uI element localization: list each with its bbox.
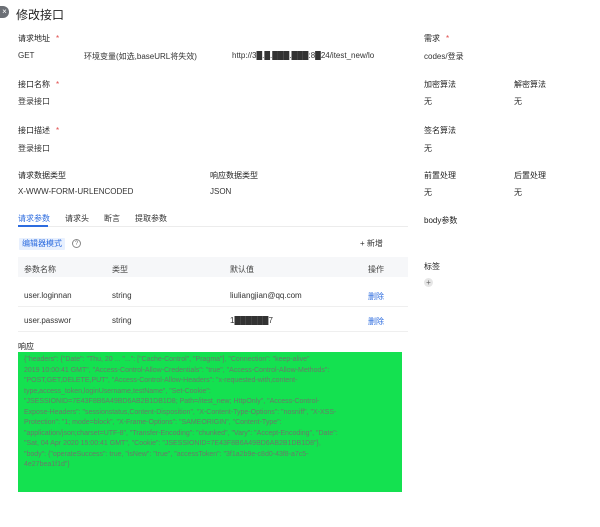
pre-process-label: 前置处理 (424, 171, 456, 180)
param-type-cell[interactable]: string (112, 316, 132, 325)
response-line: Protection": "1; mode=block", "X-Frame-O… (24, 419, 282, 426)
response-line: "POST,GET,DELETE,PUT", "Access-Control-A… (24, 377, 298, 384)
help-icon[interactable]: ? (72, 239, 81, 248)
response-line: type,access_token,loginUsername,testName… (24, 387, 211, 395)
active-tab-indicator (18, 225, 48, 227)
param-type-cell[interactable]: string (112, 291, 132, 300)
col-type: 类型 (112, 265, 128, 274)
params-table: 参数名称 类型 默认值 操作 user.loginnan string liul… (18, 257, 408, 335)
tags-label: 标签 (424, 262, 440, 271)
param-value-cell[interactable]: 1██████7 (230, 316, 273, 325)
requirement-label: 需求 * (424, 34, 450, 43)
param-value-cell[interactable]: liuliangjian@qq.com (230, 291, 302, 300)
tab-request-params[interactable]: 请求参数 (18, 213, 50, 224)
col-default-value: 默认值 (230, 265, 254, 274)
response-line: 4e27bea1f1d"} (24, 461, 70, 468)
response-line: "Sat, 04 Apr 2020 15:00:41 GMT", "Cookie… (24, 440, 321, 447)
post-process-label: 后置处理 (514, 171, 546, 180)
response-label: 响应 (18, 342, 34, 351)
response-line: {"headers": {"Date": "Thu, 20 ... "...":… (24, 356, 310, 363)
url-input[interactable]: http://3█.█.███.███:8█24/itest_new/lo (232, 51, 408, 60)
response-line: Expose-Headers": "sessionstatus,Content-… (24, 408, 337, 416)
interface-name-input[interactable]: 登录接口 (18, 96, 50, 107)
encrypt-algo-label: 加密算法 (424, 80, 456, 89)
response-body[interactable]: {"headers": {"Date": "Thu, 20 ... "...":… (18, 352, 402, 492)
response-line: "body": {"operateSuccess": true, "isNew"… (24, 450, 309, 458)
tab-request-headers[interactable]: 请求头 (65, 213, 89, 224)
response-line: "application/json;charset=UTF-8", "Trans… (24, 429, 338, 437)
delete-link[interactable]: 删除 (368, 316, 384, 327)
response-line: "JSESSIONID=7E43F8B6A49BD6AB2B1DB1D8; Pa… (24, 398, 320, 405)
table-row: user.loginnan string liuliangjian@qq.com… (18, 283, 408, 307)
close-icon: × (2, 7, 7, 16)
interface-desc-label: 接口描述 * (18, 126, 60, 135)
param-name-cell[interactable]: user.loginnan (24, 291, 104, 300)
table-row: user.passwor string 1██████7 删除 (18, 308, 408, 332)
table-header: 参数名称 类型 默认值 操作 (18, 257, 408, 277)
interface-name-label: 接口名称 * (18, 80, 60, 89)
param-tabs: 请求参数 请求头 断言 提取参数 (18, 213, 408, 227)
sign-algo-label: 签名算法 (424, 126, 456, 135)
response-data-type-select[interactable]: JSON (210, 187, 231, 196)
response-data-type-label: 响应数据类型 (210, 171, 258, 180)
body-params-label: body参数 (424, 216, 458, 225)
param-name-cell[interactable]: user.passwor (24, 316, 104, 325)
request-data-type-select[interactable]: X-WWW-FORM-URLENCODED (18, 187, 133, 196)
interface-desc-input[interactable]: 登录接口 (18, 143, 50, 154)
editor-mode-button[interactable]: 编辑器模式 (19, 238, 65, 250)
requirement-select[interactable]: codes/登录 (424, 51, 464, 62)
tab-assertions[interactable]: 断言 (104, 213, 120, 224)
add-param-button[interactable]: + 新增 (360, 238, 383, 249)
page-title: 修改接口 (16, 8, 65, 22)
sign-algo-select[interactable]: 无 (424, 143, 432, 154)
decrypt-algo-select[interactable]: 无 (514, 96, 522, 107)
tab-extract-params[interactable]: 提取参数 (135, 213, 167, 224)
request-address-label: 请求地址 * (18, 34, 60, 43)
add-tag-icon[interactable]: + (424, 278, 433, 287)
method-select[interactable]: GET (18, 51, 34, 60)
response-line: 2019 10:00:41 GMT", "Access-Control-Allo… (24, 366, 330, 374)
post-process-select[interactable]: 无 (514, 187, 522, 198)
env-var-select[interactable]: 环境变量(如选,baseURL将失效) (84, 51, 197, 62)
close-button[interactable]: × (0, 6, 9, 18)
col-action: 操作 (368, 265, 384, 274)
decrypt-algo-label: 解密算法 (514, 80, 546, 89)
col-param-name: 参数名称 (24, 265, 56, 274)
encrypt-algo-select[interactable]: 无 (424, 96, 432, 107)
pre-process-select[interactable]: 无 (424, 187, 432, 198)
request-data-type-label: 请求数据类型 (18, 171, 66, 180)
delete-link[interactable]: 删除 (368, 291, 384, 302)
